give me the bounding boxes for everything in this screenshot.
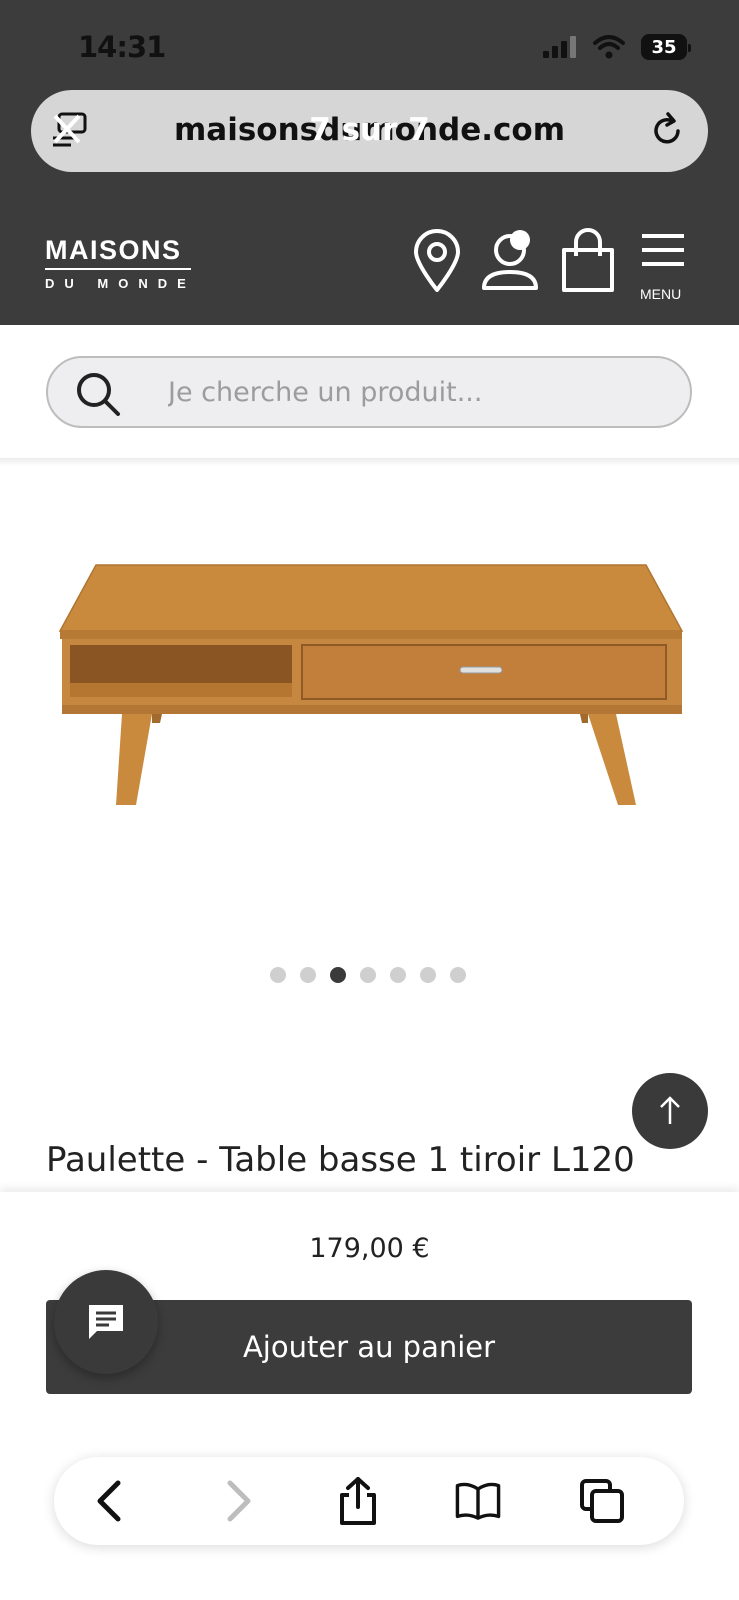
logo-divider bbox=[45, 268, 191, 270]
chat-button[interactable] bbox=[54, 1270, 158, 1374]
carousel-dot[interactable] bbox=[330, 967, 346, 983]
tabs-icon[interactable] bbox=[578, 1477, 626, 1525]
menu-icon[interactable] bbox=[640, 228, 686, 274]
logo-sub-text: DU MONDE bbox=[45, 276, 196, 291]
scroll-top-icon bbox=[660, 1096, 680, 1124]
bookmarks-icon[interactable] bbox=[454, 1477, 502, 1525]
top-header: 14:31 35 maisonsdumonde.com 7 sur 7 MAIS… bbox=[0, 0, 739, 325]
carousel-dot[interactable] bbox=[300, 967, 316, 983]
carousel-dot[interactable] bbox=[450, 967, 466, 983]
brand-logo[interactable]: MAISONS DU MONDE bbox=[45, 235, 196, 291]
carousel-indicator bbox=[270, 967, 466, 983]
story-counter: 7 sur 7 bbox=[309, 112, 430, 148]
battery-indicator: 35 bbox=[641, 34, 691, 60]
account-icon[interactable] bbox=[480, 228, 544, 294]
carousel-dot[interactable] bbox=[360, 967, 376, 983]
search-box[interactable] bbox=[46, 356, 692, 428]
search-icon bbox=[77, 373, 120, 416]
share-icon[interactable] bbox=[334, 1477, 382, 1525]
carousel-dot[interactable] bbox=[390, 967, 406, 983]
carousel-dot[interactable] bbox=[420, 967, 436, 983]
back-icon[interactable] bbox=[88, 1477, 136, 1525]
menu-label[interactable]: MENU bbox=[640, 286, 681, 302]
logo-main-text: MAISONS bbox=[45, 235, 182, 265]
chat-icon bbox=[89, 1305, 123, 1339]
section-divider bbox=[0, 458, 739, 466]
product-title: Paulette - Table basse 1 tiroir L120 bbox=[46, 1140, 635, 1180]
url-bar[interactable]: maisonsdumonde.com 7 sur 7 bbox=[31, 90, 708, 172]
location-icon[interactable] bbox=[412, 228, 462, 294]
carousel-dot[interactable] bbox=[270, 967, 286, 983]
status-time: 14:31 bbox=[78, 30, 166, 64]
signal-icon bbox=[543, 36, 576, 58]
browser-toolbar bbox=[54, 1457, 684, 1545]
scroll-top-button[interactable] bbox=[632, 1073, 708, 1149]
wifi-icon bbox=[593, 35, 625, 59]
refresh-icon[interactable] bbox=[644, 108, 690, 154]
status-icons: 35 bbox=[543, 34, 691, 60]
cart-icon[interactable] bbox=[560, 228, 616, 294]
product-price: 179,00 € bbox=[309, 1233, 430, 1264]
search-input[interactable] bbox=[168, 372, 648, 412]
forward-icon[interactable] bbox=[212, 1477, 260, 1525]
product-image[interactable] bbox=[56, 555, 686, 820]
